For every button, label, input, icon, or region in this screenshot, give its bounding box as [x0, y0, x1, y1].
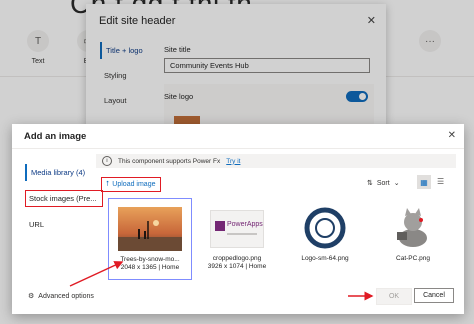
cat-thumbnail [391, 206, 435, 250]
upload-icon: ⭡ [106, 180, 110, 188]
image-tile[interactable]: PowerApps croppedlogo.png 3926 x 1074 | … [196, 198, 278, 278]
image-meta: 3926 x 1074 | Home [207, 263, 267, 270]
grid-view-icon[interactable]: ▦ [417, 175, 431, 189]
sort-control[interactable]: ⇅ Sort ⌄ [367, 179, 400, 188]
sort-icon: ⇅ [367, 180, 373, 187]
list-view-icon[interactable]: ☰ [437, 177, 444, 186]
image-source-nav: Media library (4) Stock images (Pre... U… [25, 164, 103, 242]
sort-label: Sort [376, 179, 390, 187]
dialog-title: Add an image [24, 131, 87, 142]
chevron-down-icon: ⌄ [393, 180, 400, 187]
info-text: This component supports Power Fx [118, 157, 221, 165]
gear-icon: ⚙ [28, 293, 35, 300]
advanced-options[interactable]: ⚙ Advanced options [28, 292, 94, 301]
add-image-dialog: Add an image ✕ Media library (4) Stock i… [12, 124, 464, 314]
image-name: Trees-by-snow-mo... [120, 256, 180, 263]
dialog-divider [12, 148, 464, 149]
upload-image-button[interactable]: ⭡ Upload image [101, 177, 161, 192]
image-name: Cat-PC.png [396, 255, 430, 262]
image-name: croppedlogo.png [212, 255, 262, 262]
ok-button[interactable]: OK [376, 288, 412, 305]
info-bar: i This component supports Power Fx Try i… [96, 154, 456, 168]
ring-logo-thumbnail [303, 206, 347, 250]
try-it-link[interactable]: Try it [226, 158, 240, 165]
cancel-button[interactable]: Cancel [414, 288, 454, 303]
info-icon: i [102, 156, 112, 166]
nav-media-library[interactable]: Media library (4) [25, 164, 103, 181]
close-icon[interactable]: ✕ [448, 130, 456, 141]
image-meta: 2048 x 1365 | Home [120, 264, 180, 271]
powerapps-logo-text: PowerApps [227, 221, 263, 228]
image-name: Logo-sm-64.png [301, 255, 349, 262]
nav-stock-images[interactable]: Stock images (Pre... [25, 190, 103, 207]
image-tile[interactable]: Trees-by-snow-mo... 2048 x 1365 | Home [108, 198, 192, 280]
image-tile[interactable]: Cat-PC.png [372, 198, 454, 278]
image-tile[interactable]: Logo-sm-64.png [284, 198, 366, 278]
upload-label: Upload image [112, 181, 156, 188]
nav-url[interactable]: URL [25, 216, 103, 233]
advanced-label: Advanced options [38, 292, 94, 300]
powerapps-logo-thumbnail: PowerApps [210, 210, 264, 248]
photo-thumbnail [118, 207, 182, 251]
